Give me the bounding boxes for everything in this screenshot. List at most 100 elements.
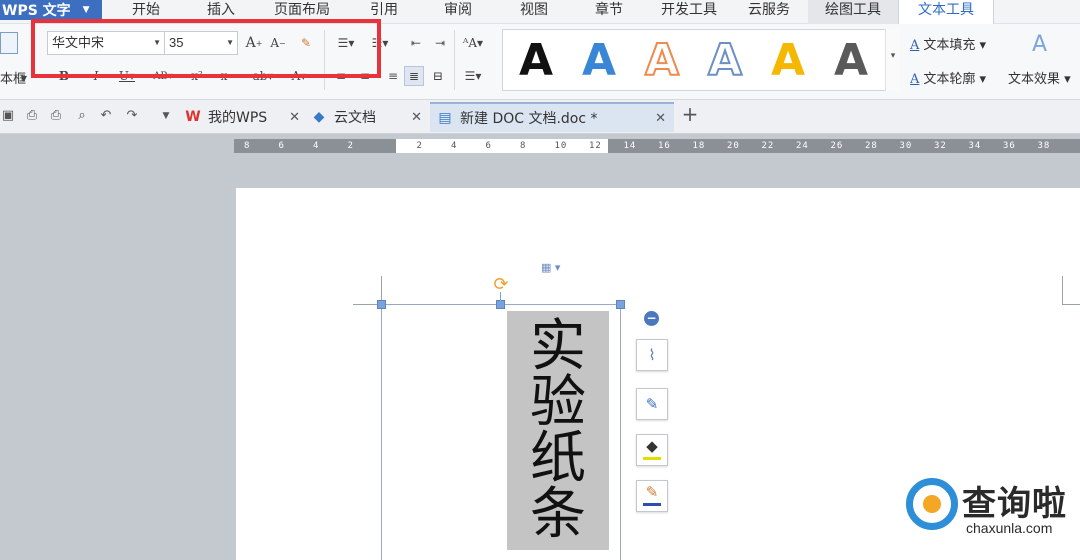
app-menu-label: WPS 文字 [2,3,71,19]
wps-icon: W [185,109,201,125]
paste-options-icon[interactable]: ▦ ▾ [541,261,577,279]
undo-icon[interactable]: ↶ [98,108,114,124]
margin-corner [1062,276,1063,304]
text-char: 纸 [530,426,586,491]
art-style-yellow[interactable]: A [763,36,813,86]
text-fill-button[interactable]: A 文本填充 ▾ [910,34,986,53]
ruler-tick-label: 28 [865,141,878,151]
ruler-labels: 8 6 4 2 2 4 6 8 10 12 14 16 18 20 22 24 26 28 30 32 34 36 38 [234,139,1080,153]
text-effect-button[interactable]: 文本效果 ▾ [1008,68,1071,87]
ruler-tick-label: 20 [727,141,740,151]
tab-cloud[interactable]: 云服务 [738,0,800,24]
print-icon[interactable]: ⎙ [48,108,64,124]
ruler-tick-label: 34 [968,141,982,151]
ruler-tick-label: 14 [623,141,637,151]
tab-label: 我的WPS [208,110,268,126]
app-menu-button[interactable]: WPS 文字 ▼ [0,0,102,20]
text-char: 实 [530,314,586,379]
text-outline-icon: A [910,72,920,87]
ruler-tick-label: 24 [796,141,809,151]
close-icon[interactable]: ✕ [289,110,300,125]
ruler-tick-label: 16 [658,141,671,151]
resize-handle[interactable] [377,300,386,309]
redo-icon[interactable]: ↷ [124,108,140,124]
text-fill-icon: A [910,38,920,53]
new-tab-icon[interactable]: + [680,104,700,124]
close-icon[interactable]: ✕ [655,111,666,126]
outline-color-icon[interactable]: ✎ [636,480,668,512]
fill-color-icon[interactable]: ◆ [636,434,668,466]
ruler-tick-label: 6 [278,141,285,151]
text-char: 条 [530,482,586,547]
layout-options-icon[interactable]: ⌇ [636,339,668,371]
tab-developer[interactable]: 开发工具 [652,0,726,24]
chevron-down-icon[interactable]: ▼ [18,68,30,88]
watermark-url: chaxunla.com [966,520,1053,536]
text-effect-icon: A [1032,32,1048,57]
justify-icon[interactable]: ≣ [404,66,424,86]
ruler-tick-label: 4 [313,141,320,151]
ruler-tick-label: 30 [899,141,913,151]
tab-new-doc[interactable]: ▤ 新建 DOC 文档.doc * ✕ [430,102,674,132]
text-style-gallery: A A A A A A [502,29,900,91]
line-spacing-icon[interactable]: ☰▾ [458,66,488,86]
gallery-more-button[interactable]: ▾ [885,29,900,91]
ruler-tick-label: 6 [485,141,492,151]
ribbon: 本框 ▼ 华文中宋 ▼ 35 ▼ A + A − ✎ ☰▾ ☷▾ ⇤ ⇥ ᴬA▾ B… [0,19,1080,100]
art-style-gray[interactable]: A [826,36,876,86]
ruler-tick-label: 32 [934,141,947,151]
chevron-down-icon: ▼ [82,5,90,15]
art-style-blue-outline[interactable]: A [700,35,750,87]
tab-cloud-docs[interactable]: ◆ 云文档 ✕ [310,102,430,132]
export-pdf-icon[interactable]: ⎙ [24,108,40,124]
watermark-title: 查询啦 [962,484,1067,524]
resize-handle[interactable] [616,300,625,309]
ruler-tick-label: 4 [451,141,458,151]
tab-view[interactable]: 视图 [506,0,562,24]
art-style-orange-outline[interactable]: A [637,35,687,87]
rotate-icon[interactable]: ⟳ [492,276,510,294]
text-char: 验 [530,370,586,435]
tab-text-tools[interactable]: 文本工具 [898,0,994,24]
ruler-tick-label: 2 [416,141,423,151]
margin-corner [1062,304,1080,305]
edit-shape-icon[interactable]: ✎ [636,388,668,420]
text-fill-label: 文本填充 [923,38,976,53]
save-icon[interactable]: ▣ [0,108,16,124]
increase-indent-icon[interactable]: ⇥ [430,33,450,53]
tab-label: 云文档 [334,110,376,126]
tab-sections[interactable]: 章节 [581,0,637,24]
align-right-icon[interactable]: ≡ [384,66,402,86]
ruler-tick-label: 26 [830,141,844,151]
ruler-tick-label: 36 [1003,141,1016,151]
ruler-tick-label: 38 [1037,141,1051,151]
text-outline-button[interactable]: A 文本轮廓 ▾ [910,68,986,87]
cloud-doc-icon: ◆ [313,109,325,125]
ruler-tick-label: 8 [520,141,527,151]
chevron-down-icon[interactable]: ▼ [158,108,174,124]
ruler-tick-label: 10 [554,141,568,151]
chaxunla-logo-icon [906,478,958,530]
ruler-tick-label: 2 [347,141,354,151]
text-direction-icon[interactable]: ᴬA▾ [458,33,488,53]
art-style-blue[interactable]: A [574,36,624,86]
art-style-black[interactable]: A [511,36,561,86]
tab-my-wps[interactable]: W 我的WPS ✕ [184,102,308,132]
text-outline-label: 文本轮廓 [923,72,976,87]
doc-icon: ▤ [438,110,452,126]
close-icon[interactable]: ✕ [411,110,422,125]
tab-drawing-tools[interactable]: 绘图工具 [808,0,898,24]
collapse-icon[interactable]: − [644,311,659,326]
ruler-tick-label: 18 [692,141,706,151]
quick-access-bar: ▣ ⎙ ⎙ ⌕ ↶ ↷ ▼ W 我的WPS ✕ ◆ 云文档 ✕ ▤ 新建 DOC… [0,100,1080,134]
distribute-icon[interactable]: ⊟ [428,66,448,86]
ruler-tick-label: 12 [589,141,602,151]
ruler-tick-label: 22 [761,141,775,151]
vertical-text[interactable]: 实 验 纸 条 [507,311,609,550]
print-preview-icon[interactable]: ⌕ [74,108,90,124]
tab-review[interactable]: 审阅 [430,0,486,24]
red-annotation-box [31,19,381,78]
textbox-icon[interactable] [0,32,18,54]
decrease-indent-icon[interactable]: ⇤ [406,33,426,53]
tab-label: 新建 DOC 文档.doc * [460,111,598,127]
